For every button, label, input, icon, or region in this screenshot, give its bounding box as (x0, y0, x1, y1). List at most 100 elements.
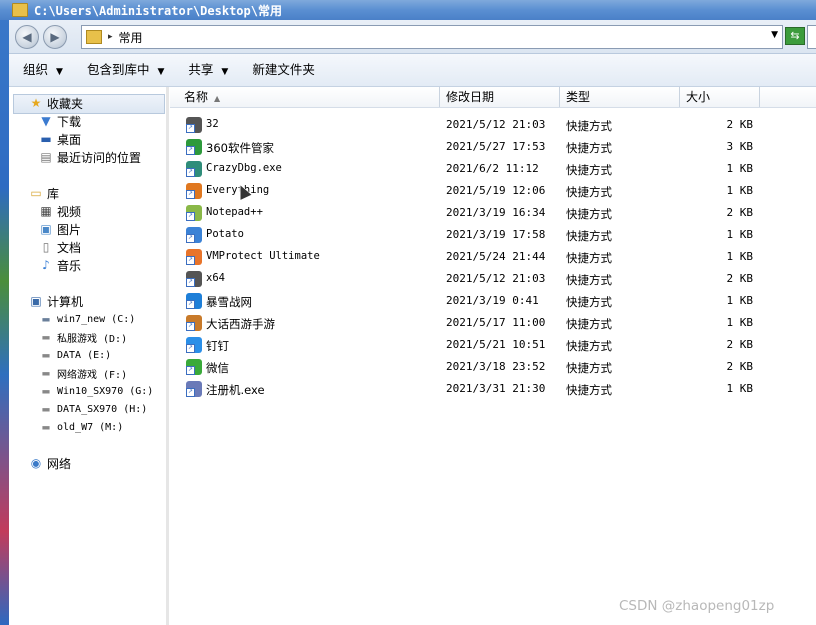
file-date: 2021/5/27 17:53 (446, 140, 546, 153)
share-button[interactable]: 共享 ▼ (176, 54, 240, 86)
shortcut-arrow-icon: ↗ (186, 388, 195, 397)
file-size: 1 KB (726, 162, 754, 175)
file-name: CrazyDbg.exe (206, 162, 282, 174)
command-bar: 组织 ▼ 包含到库中 ▼ 共享 ▼ 新建文件夹 (9, 54, 816, 87)
breadcrumb-current[interactable]: 常用 (119, 29, 143, 46)
file-type: 快捷方式 (566, 361, 612, 375)
nav-pane-splitter[interactable] (166, 87, 169, 625)
file-name: 32 (206, 118, 219, 130)
nav-favorites[interactable]: ★ 收藏夹 (29, 94, 83, 112)
nav-drive-e[interactable]: ▬ DATA (E:) (39, 346, 111, 364)
address-field[interactable]: ▸ 常用 ▼ (81, 25, 783, 49)
file-row[interactable]: ↗ 大话西游手游 2021/5/17 11:00 快捷方式 1 KB (178, 312, 758, 334)
system-drive-icon: ▬ (42, 312, 50, 326)
file-name: 暴雪战网 (206, 295, 252, 309)
organize-button[interactable]: 组织 ▼ (9, 54, 75, 86)
column-size[interactable]: 大小 (680, 87, 760, 107)
shortcut-arrow-icon: ↗ (186, 168, 195, 177)
file-row[interactable]: ↗ CrazyDbg.exe 2021/6/2 11:12 快捷方式 1 KB (178, 158, 758, 180)
shortcut-arrow-icon: ↗ (186, 344, 195, 353)
shortcut-arrow-icon: ↗ (186, 146, 195, 155)
nav-downloads[interactable]: ▼ 下载 (39, 112, 81, 130)
vmprotect-icon: ↗ (186, 249, 202, 265)
file-size: 1 KB (726, 382, 754, 395)
chevron-down-icon[interactable]: ▼ (771, 30, 778, 40)
drive-icon: ▬ (42, 348, 50, 362)
file-type: 快捷方式 (566, 383, 612, 397)
file-size: 1 KB (726, 250, 754, 263)
document-icon: ▯ (42, 240, 50, 254)
address-bar: ◀ ▶ ▸ 常用 ▼ ⇆ (9, 20, 816, 54)
back-button[interactable]: ◀ (15, 25, 39, 49)
file-name: 钉钉 (206, 339, 229, 353)
nav-desktop[interactable]: ▬ 桌面 (39, 130, 81, 148)
nav-drive-m[interactable]: ▬ old_W7 (M:) (39, 418, 123, 436)
navigation-pane: ★ 收藏夹 ▼ 下载 ▬ 桌面 ▤ 最近访问的位置 ▭ 库 ▦ 视频 ▣ 图片 ▯ 文档 ♪ 音乐… (9, 87, 167, 625)
breadcrumb-separator-icon[interactable]: ▸ (108, 32, 113, 42)
nav-drive-h[interactable]: ▬ DATA_SX970 (H:) (39, 400, 147, 418)
file-size: 2 KB (726, 338, 754, 351)
file-name: 注册机.exe (206, 383, 265, 397)
folder-icon (86, 30, 102, 44)
file-size: 1 KB (726, 294, 754, 307)
file-date: 2021/3/19 16:34 (446, 206, 546, 219)
file-date: 2021/3/19 0:41 (446, 294, 539, 307)
file-row[interactable]: ↗ 32 2021/5/12 21:03 快捷方式 2 KB (178, 114, 758, 136)
file-date: 2021/3/19 17:58 (446, 228, 546, 241)
file-row[interactable]: ↗ 暴雪战网 2021/3/19 0:41 快捷方式 1 KB (178, 290, 758, 312)
file-row[interactable]: ↗ 钉钉 2021/5/21 10:51 快捷方式 2 KB (178, 334, 758, 356)
file-date: 2021/5/24 21:44 (446, 250, 546, 263)
file-name: x64 (206, 272, 225, 284)
nav-music[interactable]: ♪ 音乐 (39, 256, 81, 274)
file-row[interactable]: ↗ 注册机.exe 2021/3/31 21:30 快捷方式 1 KB (178, 378, 758, 400)
dingtalk-icon: ↗ (186, 337, 202, 353)
game-icon: ↗ (186, 315, 202, 331)
file-name: VMProtect Ultimate (206, 250, 320, 262)
file-date: 2021/6/2 11:12 (446, 162, 539, 175)
refresh-button[interactable]: ⇆ (785, 27, 805, 45)
picture-icon: ▣ (40, 222, 52, 236)
forward-button[interactable]: ▶ (43, 25, 67, 49)
shortcut-arrow-icon: ↗ (186, 212, 195, 221)
column-type[interactable]: 类型 (560, 87, 680, 107)
search-icon: ↗ (186, 183, 202, 199)
nav-drive-d[interactable]: ▬ 私服游戏 (D:) (39, 328, 127, 346)
file-row[interactable]: ↗ 360软件管家 2021/5/27 17:53 快捷方式 3 KB (178, 136, 758, 158)
nav-network[interactable]: ◉ 网络 (29, 454, 71, 472)
file-name: 微信 (206, 361, 229, 375)
title-bar[interactable]: C:\Users\Administrator\Desktop\常用 (0, 0, 816, 20)
shortcut-arrow-icon: ↗ (186, 234, 195, 243)
nav-drive-g[interactable]: ▬ Win10_SX970 (G:) (39, 382, 153, 400)
debugger-icon: ↗ (186, 161, 202, 177)
nav-documents[interactable]: ▯ 文档 (39, 238, 81, 256)
sort-ascending-icon: ▲ (214, 94, 221, 103)
column-name[interactable]: 名称 ▲ (178, 87, 440, 107)
nav-libraries[interactable]: ▭ 库 (29, 184, 59, 202)
video-icon: ▦ (40, 204, 52, 218)
file-row[interactable]: ↗ Potato 2021/3/19 17:58 快捷方式 1 KB (178, 224, 758, 246)
nav-recent[interactable]: ▤ 最近访问的位置 (39, 148, 141, 166)
file-row[interactable]: ↗ x64 2021/5/12 21:03 快捷方式 2 KB (178, 268, 758, 290)
file-date: 2021/5/12 21:03 (446, 272, 546, 285)
nav-pictures[interactable]: ▣ 图片 (39, 220, 81, 238)
drive-icon: ▬ (42, 420, 50, 434)
recent-places-icon: ▤ (40, 150, 52, 164)
new-folder-button[interactable]: 新建文件夹 (240, 54, 327, 86)
file-size: 1 KB (726, 228, 754, 241)
file-type: 快捷方式 (566, 119, 612, 133)
file-row[interactable]: ↗ 微信 2021/3/18 23:52 快捷方式 2 KB (178, 356, 758, 378)
nav-videos[interactable]: ▦ 视频 (39, 202, 81, 220)
nav-drive-f[interactable]: ▬ 网络游戏 (F:) (39, 364, 127, 382)
desktop-background-strip (0, 0, 9, 625)
file-row[interactable]: ↗ Notepad++ 2021/3/19 16:34 快捷方式 2 KB (178, 202, 758, 224)
file-row[interactable]: ↗ Everything 2021/5/19 12:06 快捷方式 1 KB (178, 180, 758, 202)
nav-computer[interactable]: ▣ 计算机 (29, 292, 83, 310)
battlenet-icon: ↗ (186, 293, 202, 309)
include-in-library-button[interactable]: 包含到库中 ▼ (75, 54, 176, 86)
file-type: 快捷方式 (566, 295, 612, 309)
nav-drive-c[interactable]: ▬ win7_new (C:) (39, 310, 135, 328)
network-icon: ◉ (30, 456, 42, 470)
search-box[interactable] (807, 25, 816, 49)
file-row[interactable]: ↗ VMProtect Ultimate 2021/5/24 21:44 快捷方式 1 … (178, 246, 758, 268)
column-date[interactable]: 修改日期 (440, 87, 560, 107)
